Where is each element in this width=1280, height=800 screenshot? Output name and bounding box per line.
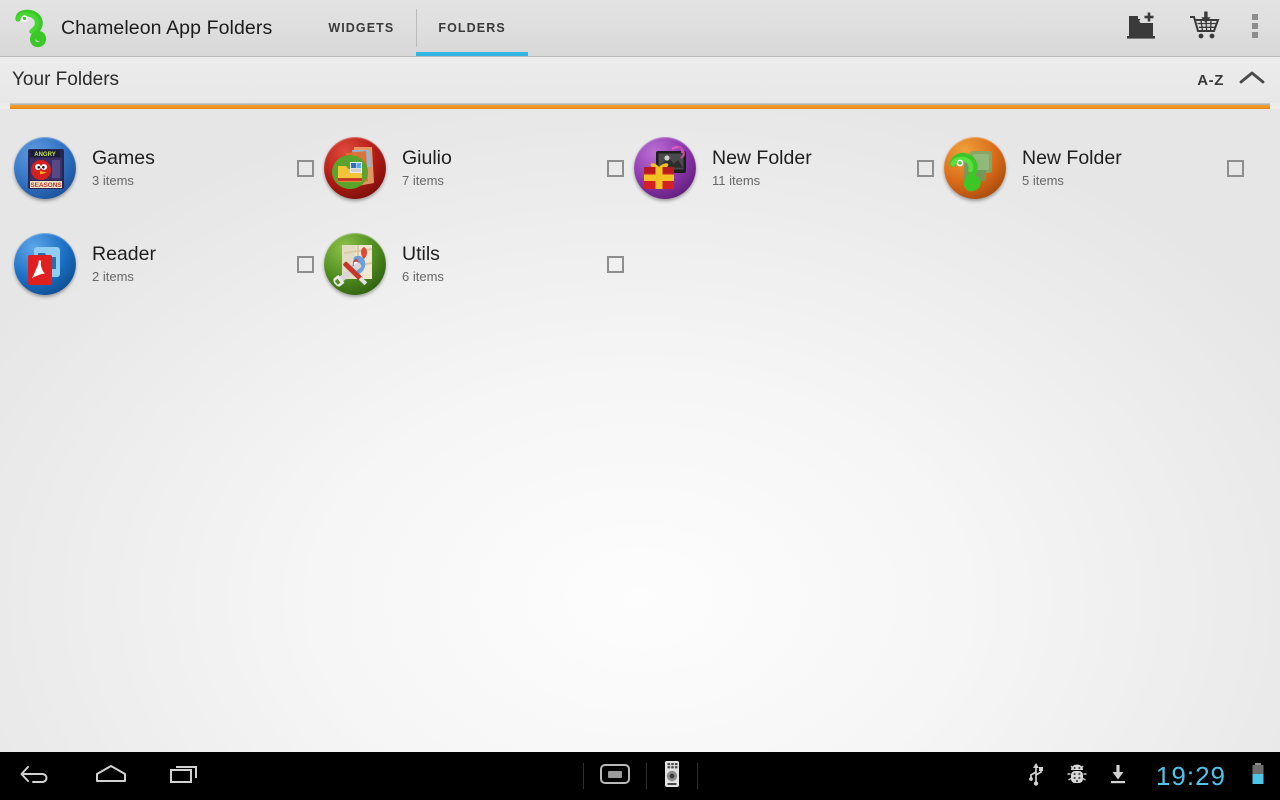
chevron-up-icon [1238,69,1266,92]
system-navigation-bar: 19:29 [0,752,1280,800]
folder-name: Games [92,146,155,169]
red-folder-stack-icon [324,137,386,199]
recent-apps-button[interactable] [168,761,204,792]
sort-order-label[interactable]: A-Z [1197,72,1224,89]
new-folder-icon [1127,11,1159,46]
action-bar-buttons [1112,0,1280,56]
folder-name: Giulio [402,146,452,169]
overflow-menu-button[interactable] [1236,0,1274,57]
folder-text: Giulio 7 items [402,147,599,190]
usb-icon [1026,761,1046,792]
home-button[interactable] [92,761,130,792]
system-status-icons[interactable]: 19:29 [1026,761,1280,792]
svg-text:ANGRY: ANGRY [34,152,55,158]
folder-name: New Folder [712,146,812,169]
tab-folders[interactable]: FOLDERS [416,0,529,56]
section-header: Your Folders A-Z [0,57,1280,103]
battery-icon [1250,761,1266,792]
folder-name: Utils [402,242,440,265]
chameleon-app-folders-screen: Chameleon App Folders WIDGETS FOLDERS Yo… [0,0,1280,800]
collapse-section-button[interactable] [1238,69,1266,92]
new-folder-button[interactable] [1112,0,1174,57]
folder-item[interactable]: Utils 6 items [324,216,634,312]
folder-item[interactable]: Reader 2 items [14,216,324,312]
tab-widgets-label: WIDGETS [328,21,395,35]
folder-item[interactable]: New Folder 11 items [634,120,944,216]
back-button[interactable] [18,761,54,792]
app-title: Chameleon App Folders [61,16,273,39]
shopping-cart-download-icon [1188,11,1222,46]
folder-name: Reader [92,242,156,265]
folder-checkbox[interactable] [297,255,314,273]
folder-item-count: 7 items [402,172,444,188]
folder-name: New Folder [1022,146,1122,169]
folder-item-count: 11 items [712,172,761,188]
folder-text: Utils 6 items [402,243,599,286]
system-nav-buttons [0,761,204,792]
folder-text: New Folder 11 items [712,147,909,190]
folder-item[interactable]: ANGRY SEASONS Games 3 items [14,120,324,216]
folder-checkbox[interactable] [607,159,624,177]
remote-control-button[interactable] [661,760,683,793]
folder-checkbox[interactable] [917,159,934,177]
folder-item[interactable]: Giulio 7 items [324,120,634,216]
page-title: Your Folders [12,69,120,90]
folder-text: Games 3 items [92,147,289,190]
center-divider-right [696,763,698,789]
action-bar: Chameleon App Folders WIDGETS FOLDERS [0,0,1280,57]
home-icon [92,761,130,792]
tab-widgets[interactable]: WIDGETS [306,0,416,56]
folder-item[interactable]: New Folder 5 items [944,120,1254,216]
get-more-folders-button[interactable] [1174,0,1236,57]
folder-text: New Folder 5 items [1022,147,1219,190]
app-brand: Chameleon App Folders [0,0,278,56]
chameleon-logo-icon [10,6,54,50]
folder-item-count: 2 items [92,268,134,284]
chameleon-orange-icon [944,137,1006,199]
angry-birds-seasons-icon: ANGRY SEASONS [14,137,76,199]
folder-checkbox[interactable] [607,255,624,273]
center-divider-left [582,763,584,789]
remote-control-icon [661,760,683,793]
folder-text: Reader 2 items [92,243,289,286]
screen-capture-button[interactable] [598,761,632,792]
folder-item-count: 5 items [1022,172,1064,188]
recent-apps-icon [168,761,204,792]
tab-folders-label: FOLDERS [438,21,506,35]
tools-map-icon [324,233,386,295]
purple-gift-box-icon [634,137,696,199]
center-divider-middle [645,763,647,789]
content-area: Your Folders A-Z ANGRY SEASONS Games 3 i… [0,57,1280,752]
folder-item-count: 6 items [402,268,444,284]
folder-item-count: 3 items [92,172,134,188]
folder-checkbox[interactable] [1227,159,1244,177]
folder-checkbox[interactable] [297,159,314,177]
screen-capture-icon [598,761,632,792]
overflow-menu-icon [1251,12,1259,45]
system-clock: 19:29 [1155,760,1226,791]
svg-text:SEASONS: SEASONS [30,182,62,189]
adobe-reader-icon [14,233,76,295]
action-bar-spacer [528,0,1112,56]
back-arrow-icon [18,761,54,792]
download-icon [1108,761,1128,792]
android-debug-icon [1066,761,1088,792]
folder-grid: ANGRY SEASONS Games 3 items Giulio 7 ite… [0,109,1280,312]
tab-bar: WIDGETS FOLDERS [306,0,529,56]
